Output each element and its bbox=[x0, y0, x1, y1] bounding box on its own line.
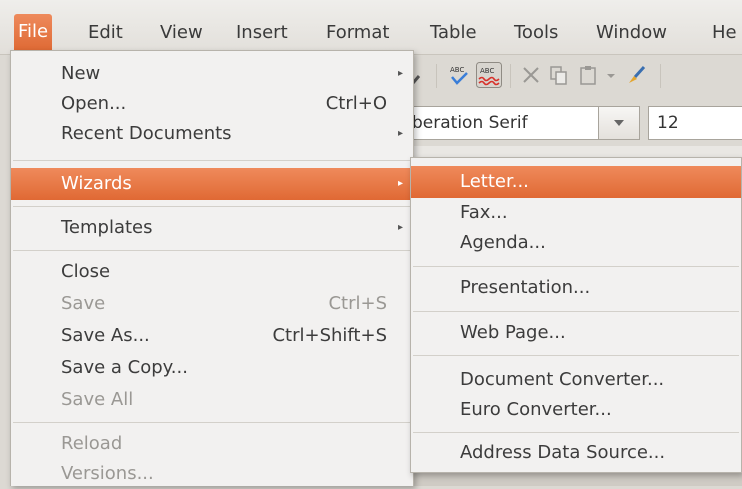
menu-item-label: Recent Documents bbox=[61, 123, 232, 144]
menu-item-document-converter[interactable]: Document Converter... bbox=[411, 365, 741, 395]
menu-item-label: Document Converter... bbox=[460, 369, 665, 390]
menu-item-save-all[interactable]: Save All bbox=[11, 385, 413, 415]
menu-separator bbox=[13, 422, 411, 423]
submenu-arrow-icon: ▸ bbox=[397, 222, 403, 233]
menu-item-letter[interactable]: Letter... bbox=[411, 166, 741, 198]
clone-format-icon[interactable] bbox=[626, 64, 648, 86]
menu-item-label: Web Page... bbox=[460, 322, 566, 343]
autospellcheck-icon[interactable]: ABC bbox=[476, 62, 502, 88]
toolbar-separator bbox=[660, 64, 661, 88]
menu-item-templates[interactable]: Templates ▸ bbox=[11, 213, 413, 243]
menubar: File Edit View Insert Format Table Tools… bbox=[0, 0, 742, 55]
menu-item-address-data-source[interactable]: Address Data Source... bbox=[411, 438, 741, 468]
menu-separator bbox=[413, 311, 739, 312]
toolbar-separator bbox=[510, 64, 511, 88]
menu-item-label: Address Data Source... bbox=[460, 442, 666, 463]
menu-item-label: Templates bbox=[61, 217, 153, 238]
menu-item-new[interactable]: New ▸ bbox=[11, 59, 413, 89]
menu-item-label: Letter... bbox=[460, 171, 529, 192]
submenu-arrow-icon: ▸ bbox=[397, 68, 403, 79]
chevron-down-icon bbox=[614, 120, 624, 126]
svg-text:ABC: ABC bbox=[480, 67, 494, 75]
menu-item-label: Agenda... bbox=[460, 232, 546, 253]
menu-item-label: Close bbox=[61, 261, 111, 282]
menu-separator bbox=[13, 250, 411, 251]
svg-text:ABC: ABC bbox=[450, 66, 464, 74]
menu-item-label: Fax... bbox=[460, 202, 508, 223]
paste-icon[interactable] bbox=[578, 64, 600, 86]
menu-item-agenda[interactable]: Agenda... bbox=[411, 228, 741, 258]
menu-item-reload[interactable]: Reload bbox=[11, 429, 413, 459]
menu-item-label: Save As... bbox=[61, 325, 150, 346]
cut-icon[interactable] bbox=[520, 64, 542, 86]
menu-item-label: Reload bbox=[61, 433, 123, 454]
menu-item-shortcut: Ctrl+Shift+S bbox=[272, 325, 387, 346]
menu-item-label: Versions... bbox=[61, 463, 154, 484]
copy-icon[interactable] bbox=[548, 64, 570, 86]
menu-item-save[interactable]: Save Ctrl+S bbox=[11, 289, 413, 319]
menu-separator bbox=[413, 432, 739, 433]
menu-item-label: Save bbox=[61, 293, 106, 314]
menu-item-web-page[interactable]: Web Page... bbox=[411, 318, 741, 348]
menu-item-label: Euro Converter... bbox=[460, 399, 612, 420]
menu-item-label: New bbox=[61, 63, 101, 84]
menu-table[interactable]: Table bbox=[430, 22, 477, 44]
menu-item-close[interactable]: Close bbox=[11, 257, 413, 287]
menu-item-open[interactable]: Open... Ctrl+O bbox=[11, 89, 413, 119]
font-name-dropdown-button[interactable] bbox=[598, 106, 640, 140]
menu-item-recent-documents[interactable]: Recent Documents ▸ bbox=[11, 119, 413, 149]
wizards-submenu: Letter... Fax... Agenda... Presentation.… bbox=[410, 157, 742, 473]
menu-item-shortcut: Ctrl+S bbox=[328, 293, 387, 314]
menu-item-save-as[interactable]: Save As... Ctrl+Shift+S bbox=[11, 321, 413, 351]
menu-item-label: Save All bbox=[61, 389, 134, 410]
menu-edit[interactable]: Edit bbox=[88, 22, 123, 44]
menu-item-label: Presentation... bbox=[460, 277, 591, 298]
menu-help[interactable]: He bbox=[712, 22, 737, 44]
toolbar-separator bbox=[436, 64, 437, 88]
menu-file[interactable]: File bbox=[14, 14, 53, 50]
menu-item-save-a-copy[interactable]: Save a Copy... bbox=[11, 353, 413, 383]
menu-item-euro-converter[interactable]: Euro Converter... bbox=[411, 395, 741, 425]
menu-item-label: Open... bbox=[61, 93, 127, 114]
menu-separator bbox=[13, 160, 411, 161]
dropdown-icon[interactable] bbox=[604, 64, 618, 86]
menu-item-fax[interactable]: Fax... bbox=[411, 198, 741, 228]
menu-item-label: Save a Copy... bbox=[61, 357, 188, 378]
menu-separator bbox=[13, 206, 411, 207]
file-menu: New ▸ Open... Ctrl+O Recent Documents ▸ … bbox=[10, 50, 414, 486]
menu-format[interactable]: Format bbox=[326, 22, 389, 44]
submenu-arrow-icon: ▸ bbox=[397, 178, 403, 189]
menu-item-label: Wizards bbox=[61, 173, 132, 194]
menu-item-presentation[interactable]: Presentation... bbox=[411, 273, 741, 303]
submenu-arrow-icon: ▸ bbox=[397, 128, 403, 139]
font-size-combo[interactable]: 12 bbox=[648, 106, 742, 140]
spellcheck-icon[interactable]: ABC bbox=[448, 64, 470, 86]
menu-item-shortcut: Ctrl+O bbox=[325, 93, 387, 114]
menu-separator bbox=[413, 266, 739, 267]
menu-item-wizards[interactable]: Wizards ▸ bbox=[11, 168, 413, 200]
menu-view[interactable]: View bbox=[160, 22, 203, 44]
menu-item-versions[interactable]: Versions... bbox=[11, 459, 413, 489]
menu-tools[interactable]: Tools bbox=[514, 22, 558, 44]
menu-insert[interactable]: Insert bbox=[236, 22, 288, 44]
menu-window[interactable]: Window bbox=[596, 22, 667, 44]
menu-separator bbox=[413, 355, 739, 356]
